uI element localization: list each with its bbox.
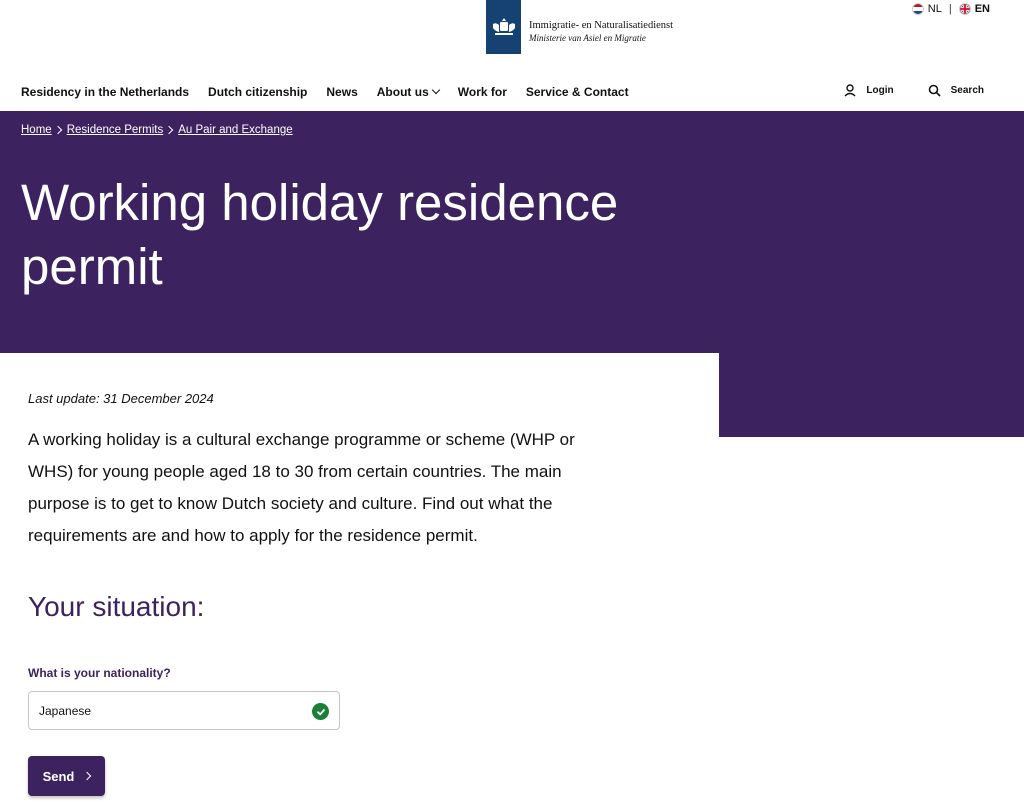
nationality-label: What is your nationality? xyxy=(28,666,171,680)
nav-item-label: News xyxy=(326,85,358,99)
search-label: Search xyxy=(950,85,984,96)
language-en-link[interactable]: EN xyxy=(975,3,990,15)
breadcrumb-residence-permits[interactable]: Residence Permits xyxy=(67,124,164,136)
nationality-value: Japanese xyxy=(39,703,92,718)
dutch-flag-icon xyxy=(911,3,924,15)
site-header: Immigratie- en Naturalisatiedienst Minis… xyxy=(0,0,1024,72)
page-title: Working holiday residence permit xyxy=(21,174,619,295)
chevron-down-icon xyxy=(431,85,440,95)
login-link[interactable]: Login xyxy=(844,84,894,97)
search-link[interactable]: Search xyxy=(928,84,984,97)
main-navigation: Residency in the Netherlands Dutch citiz… xyxy=(0,72,1024,111)
nav-item-label: Residency in the Netherlands xyxy=(21,85,190,99)
nav-utilities: Login Search xyxy=(810,84,984,97)
user-icon xyxy=(844,84,856,97)
uk-flag-icon xyxy=(958,3,971,15)
nav-item-work-for[interactable]: Work for xyxy=(458,85,507,99)
nav-items: Residency in the Netherlands Dutch citiz… xyxy=(21,85,648,99)
logo-line-1: Immigratie- en Naturalisatiedienst xyxy=(529,20,674,31)
site-logo[interactable]: Immigratie- en Naturalisatiedienst Minis… xyxy=(486,0,673,54)
nav-item-label: About us xyxy=(376,85,429,99)
chevron-right-icon xyxy=(83,771,92,781)
intro-text: A working holiday is a cultural exchange… xyxy=(28,430,575,545)
language-separator: | xyxy=(948,3,952,15)
language-nl-link[interactable]: NL xyxy=(928,3,942,15)
login-label: Login xyxy=(866,85,894,96)
breadcrumb-au-pair-exchange[interactable]: Au Pair and Exchange xyxy=(178,124,292,136)
send-label: Send xyxy=(42,768,75,784)
chevron-right-icon xyxy=(164,125,174,135)
send-button[interactable]: Send xyxy=(28,756,105,796)
nav-item-dutch-citizenship[interactable]: Dutch citizenship xyxy=(208,85,307,99)
nav-item-label: Dutch citizenship xyxy=(208,85,308,99)
hero-decoration xyxy=(719,353,1024,437)
breadcrumb: Home Residence Permits Au Pair and Excha… xyxy=(21,124,293,136)
nationality-input[interactable]: Japanese xyxy=(28,691,340,730)
nav-item-label: Service & Contact xyxy=(525,85,629,99)
main-content: Last update: 31 December 2024 A working … xyxy=(28,391,618,552)
situation-heading: Your situation: xyxy=(28,591,205,622)
nav-item-service-contact[interactable]: Service & Contact xyxy=(526,85,629,99)
checkmark-icon xyxy=(312,703,329,720)
page-hero: Home Residence Permits Au Pair and Excha… xyxy=(0,111,1024,353)
logo-text: Immigratie- en Naturalisatiedienst Minis… xyxy=(529,20,673,44)
nav-item-about-us[interactable]: About us xyxy=(376,85,440,99)
logo-line-2: Ministerie van Asiel en Migratie xyxy=(529,33,646,43)
nav-item-residency[interactable]: Residency in the Netherlands xyxy=(21,85,189,99)
language-switcher: NL | EN xyxy=(911,3,990,15)
search-icon xyxy=(928,84,941,97)
nav-item-label: Work for xyxy=(457,85,507,99)
breadcrumb-home[interactable]: Home xyxy=(21,124,52,136)
chevron-right-icon xyxy=(53,125,62,135)
coat-of-arms-icon xyxy=(486,0,521,54)
last-update: Last update: 31 December 2024 xyxy=(28,391,214,406)
nav-item-news[interactable]: News xyxy=(326,85,357,99)
